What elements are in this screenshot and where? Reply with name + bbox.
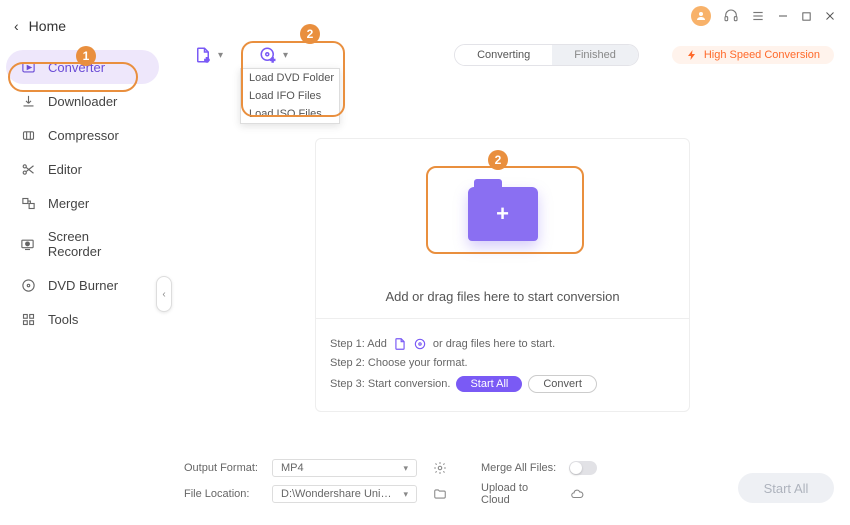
screen-record-icon [20, 236, 36, 252]
sidebar: ‹ Home Converter Downloader Compressor E… [0, 0, 165, 525]
sidebar-item-label: Merger [48, 196, 89, 211]
output-format-label: Output Format: [184, 462, 262, 474]
tab-converting[interactable]: Converting [455, 45, 552, 65]
cloud-icon[interactable] [569, 487, 585, 501]
sidebar-item-editor[interactable]: Editor [6, 152, 159, 186]
add-disc-icon [413, 337, 427, 351]
caret-down-icon: ▾ [403, 463, 408, 474]
add-file-button[interactable]: + ▾ [188, 44, 229, 66]
step-2: Step 2: Choose your format. [330, 357, 675, 369]
sidebar-item-label: Converter [48, 60, 105, 75]
add-file-icon [393, 337, 407, 351]
menu-item-load-ifo[interactable]: Load IFO Files [241, 87, 339, 105]
headset-icon[interactable] [723, 8, 739, 24]
menu-item-load-dvd-folder[interactable]: Load DVD Folder [241, 69, 339, 87]
converter-icon [20, 59, 36, 75]
svg-text:+: + [205, 56, 210, 65]
home-nav[interactable]: ‹ Home [0, 10, 165, 42]
grid-icon [20, 311, 36, 327]
home-label: Home [29, 18, 66, 34]
sidebar-item-label: Screen Recorder [48, 229, 145, 259]
nav-list: Converter Downloader Compressor Editor M… [0, 50, 165, 336]
add-folder-icon: + [468, 187, 538, 241]
output-settings-icon[interactable] [433, 461, 447, 475]
high-speed-label: High Speed Conversion [704, 49, 820, 61]
menu-item-load-iso[interactable]: Load ISO Files [241, 105, 339, 123]
disc-load-menu: Load DVD Folder Load IFO Files Load ISO … [240, 68, 340, 124]
tab-finished[interactable]: Finished [552, 45, 638, 65]
merge-label: Merge All Files: [481, 462, 559, 474]
compress-icon [20, 127, 36, 143]
merge-all-toggle[interactable] [569, 461, 597, 475]
open-folder-icon[interactable] [433, 487, 447, 501]
main-pane: + ▾ + ▾ Converting Finished High Speed C… [180, 30, 842, 517]
convert-button-inline[interactable]: Convert [528, 375, 597, 393]
sidebar-item-compressor[interactable]: Compressor [6, 118, 159, 152]
file-location-label: File Location: [184, 488, 262, 500]
sidebar-item-screen-recorder[interactable]: Screen Recorder [6, 220, 159, 268]
start-all-button-inline[interactable]: Start All [456, 376, 522, 392]
file-location-select[interactable]: D:\Wondershare UniConverter 1 ▾ [272, 485, 417, 503]
sidebar-item-dvd-burner[interactable]: DVD Burner [6, 268, 159, 302]
download-icon [20, 93, 36, 109]
caret-down-icon: ▾ [403, 489, 408, 500]
step-3: Step 3: Start conversion. Start All Conv… [330, 375, 675, 393]
sidebar-collapse-handle[interactable]: ‹ [156, 276, 172, 312]
toolbar: + ▾ + ▾ Converting Finished High Speed C… [188, 44, 834, 66]
file-location-value: D:\Wondershare UniConverter 1 [281, 488, 395, 500]
merge-icon [20, 195, 36, 211]
sidebar-item-downloader[interactable]: Downloader [6, 84, 159, 118]
hamburger-icon[interactable] [751, 9, 765, 23]
drop-message: Add or drag files here to start conversi… [316, 289, 689, 318]
step-1: Step 1: Add or drag files here to start. [330, 337, 675, 351]
chevron-left-icon: ‹ [14, 18, 19, 34]
disc-icon [20, 277, 36, 293]
sidebar-item-label: DVD Burner [48, 278, 118, 293]
sidebar-item-tools[interactable]: Tools [6, 302, 159, 336]
drop-card: + Add or drag files here to start conver… [315, 138, 690, 412]
minimize-icon[interactable] [777, 10, 789, 22]
sidebar-item-merger[interactable]: Merger [6, 186, 159, 220]
sidebar-item-label: Tools [48, 312, 78, 327]
svg-text:+: + [270, 56, 275, 65]
window-titlebar [691, 0, 850, 32]
sidebar-item-label: Editor [48, 162, 82, 177]
start-all-button[interactable]: Start All [738, 473, 834, 503]
caret-down-icon: ▾ [218, 50, 223, 61]
drop-zone[interactable]: + [316, 139, 689, 289]
bolt-icon [686, 49, 698, 61]
user-avatar[interactable] [691, 6, 711, 26]
add-disc-button[interactable]: + ▾ [253, 44, 294, 66]
status-tabs: Converting Finished [454, 44, 639, 66]
cloud-label: Upload to Cloud [481, 482, 559, 506]
high-speed-conversion-button[interactable]: High Speed Conversion [672, 46, 834, 64]
sidebar-item-converter[interactable]: Converter [6, 50, 159, 84]
scissors-icon [20, 161, 36, 177]
caret-down-icon: ▾ [283, 50, 288, 61]
sidebar-item-label: Compressor [48, 128, 119, 143]
maximize-icon[interactable] [801, 11, 812, 22]
steps-panel: Step 1: Add or drag files here to start.… [316, 318, 689, 411]
sidebar-item-label: Downloader [48, 94, 117, 109]
output-format-value: MP4 [281, 462, 304, 474]
output-format-select[interactable]: MP4 ▾ [272, 459, 417, 477]
close-icon[interactable] [824, 10, 836, 22]
